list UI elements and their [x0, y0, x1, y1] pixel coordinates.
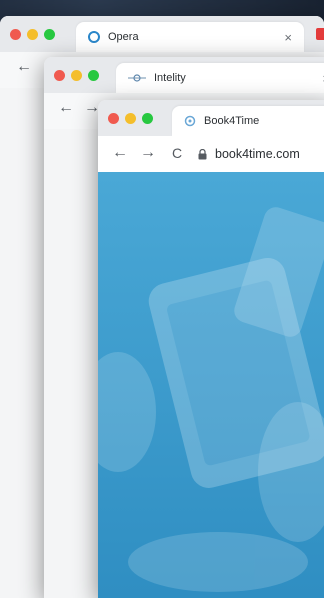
address-bar[interactable]: book4time.com: [198, 141, 324, 167]
tab-bar: Intelity ×: [44, 57, 324, 93]
back-button[interactable]: ←: [58, 99, 74, 117]
tab-title: Intelity: [154, 72, 186, 84]
page-content: [98, 172, 324, 598]
book4time-logo-icon: [184, 115, 196, 127]
lock-icon: [198, 148, 207, 160]
navigation-bar: ← → C book4time.com: [98, 136, 324, 172]
window-controls: [108, 113, 153, 124]
tab-title: Opera: [108, 31, 139, 43]
minimize-window-dot[interactable]: [71, 70, 82, 81]
back-button[interactable]: ←: [112, 144, 128, 162]
reload-button[interactable]: C: [172, 145, 182, 161]
tab-intelity[interactable]: Intelity ×: [116, 63, 324, 93]
minimize-window-dot[interactable]: [125, 113, 136, 124]
browser-window-book4time: Book4Time ← → C book4time.com: [98, 100, 324, 598]
hero-image-overlay: [98, 172, 324, 598]
tab-opera[interactable]: Opera ×: [76, 22, 304, 52]
intelity-logo-icon: [128, 72, 146, 84]
close-window-dot[interactable]: [10, 29, 21, 40]
window-controls: [10, 29, 55, 40]
window-controls: [54, 70, 99, 81]
maximize-window-dot[interactable]: [88, 70, 99, 81]
url-text: book4time.com: [215, 147, 300, 161]
back-button[interactable]: ←: [16, 58, 32, 76]
close-window-dot[interactable]: [108, 113, 119, 124]
maximize-window-dot[interactable]: [142, 113, 153, 124]
adjacent-tab-badge[interactable]: [316, 28, 324, 40]
tab-title: Book4Time: [204, 115, 260, 127]
maximize-window-dot[interactable]: [44, 29, 55, 40]
close-tab-icon[interactable]: ×: [284, 30, 292, 45]
tab-book4time[interactable]: Book4Time: [172, 106, 324, 136]
opera-logo-icon: [88, 31, 100, 43]
tab-bar: Book4Time: [98, 100, 324, 136]
tab-bar: Opera ×: [0, 16, 324, 52]
close-window-dot[interactable]: [54, 70, 65, 81]
minimize-window-dot[interactable]: [27, 29, 38, 40]
forward-button[interactable]: →: [140, 144, 156, 162]
